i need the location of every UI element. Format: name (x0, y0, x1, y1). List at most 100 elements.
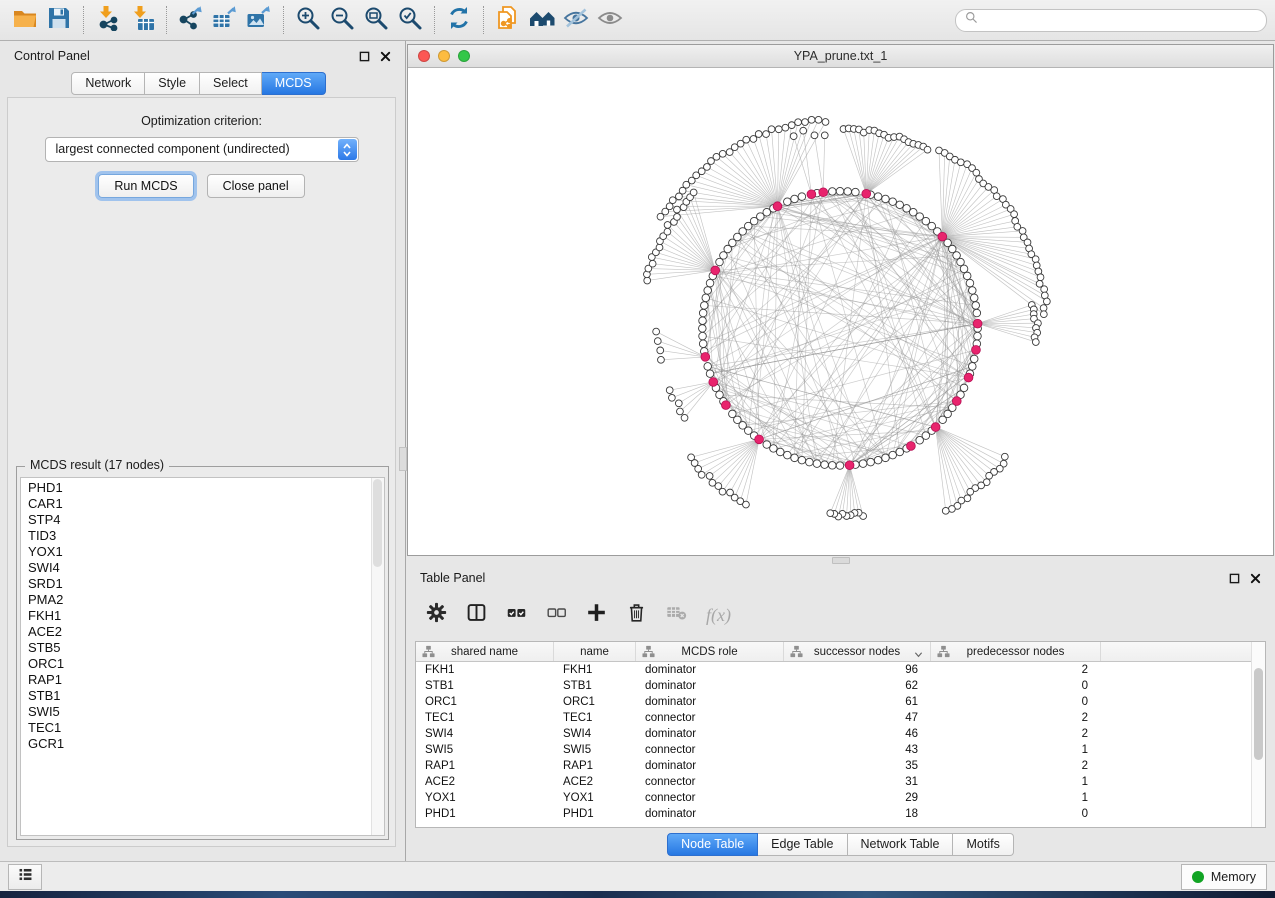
column-header-name[interactable]: name (554, 642, 636, 661)
mcds-node-item[interactable]: YOX1 (21, 544, 384, 560)
memory-button[interactable]: Memory (1181, 864, 1267, 890)
close-window-icon[interactable] (418, 50, 430, 62)
network-leaf-node[interactable] (727, 489, 734, 496)
table-row[interactable]: PHD1PHD1dominator180 (416, 806, 1265, 822)
network-leaf-node[interactable] (657, 347, 664, 354)
network-hub-node[interactable] (931, 423, 940, 432)
network-leaf-node[interactable] (815, 116, 822, 123)
network-node[interactable] (896, 201, 904, 209)
network-node[interactable] (813, 460, 821, 468)
import-network-button[interactable] (91, 4, 125, 36)
tab-motifs[interactable]: Motifs (953, 833, 1013, 856)
mcds-node-item[interactable]: GCR1 (21, 736, 384, 752)
column-header-successors[interactable]: successor nodes (784, 642, 931, 661)
tab-node-table[interactable]: Node Table (667, 833, 758, 856)
network-hub-node[interactable] (701, 353, 710, 362)
mcds-node-item[interactable]: SWI4 (21, 560, 384, 576)
network-node[interactable] (957, 258, 965, 266)
network-leaf-node[interactable] (1032, 256, 1039, 263)
network-hub-node[interactable] (721, 401, 730, 410)
network-leaf-node[interactable] (768, 126, 775, 133)
network-node[interactable] (889, 451, 897, 459)
network-node[interactable] (889, 198, 897, 206)
export-network-button[interactable] (174, 4, 208, 36)
network-leaf-node[interactable] (790, 133, 797, 140)
tab-style[interactable]: Style (145, 72, 200, 95)
tab-network[interactable]: Network (71, 72, 145, 95)
network-node[interactable] (939, 416, 947, 424)
network-leaf-node[interactable] (706, 473, 713, 480)
network-node[interactable] (882, 195, 890, 203)
network-leaf-node[interactable] (924, 146, 931, 153)
mcds-node-item[interactable]: SWI5 (21, 704, 384, 720)
table-row[interactable]: TEC1TEC1connector472 (416, 710, 1265, 726)
table-row[interactable]: RAP1RAP1dominator352 (416, 758, 1265, 774)
network-leaf-node[interactable] (827, 510, 834, 517)
table-row[interactable]: YOX1YOX1connector291 (416, 790, 1265, 806)
network-node[interactable] (969, 287, 977, 295)
network-leaf-node[interactable] (822, 119, 829, 126)
criterion-dropdown[interactable]: largest connected component (undirected) (45, 137, 359, 162)
network-node[interactable] (699, 332, 707, 340)
houses-button[interactable] (525, 4, 559, 36)
network-leaf-node[interactable] (957, 159, 964, 166)
network-node[interactable] (699, 325, 707, 333)
network-node[interactable] (963, 272, 971, 280)
mcds-list-scrollbar[interactable] (371, 478, 384, 835)
mcds-node-item[interactable]: STP4 (21, 512, 384, 528)
network-node[interactable] (704, 363, 712, 371)
network-leaf-node[interactable] (967, 488, 974, 495)
tab-edge-table[interactable]: Edge Table (758, 833, 847, 856)
column-header-shared_name[interactable]: shared name (416, 642, 554, 661)
network-leaf-node[interactable] (1041, 286, 1048, 293)
mcds-node-item[interactable]: STB1 (21, 688, 384, 704)
zoom-fit-button[interactable] (359, 4, 393, 36)
network-leaf-node[interactable] (674, 206, 681, 213)
network-leaf-node[interactable] (666, 387, 673, 394)
network-leaf-node[interactable] (808, 116, 815, 123)
network-node[interactable] (973, 309, 981, 317)
network-leaf-node[interactable] (681, 414, 688, 421)
network-leaf-node[interactable] (654, 338, 661, 345)
network-node[interactable] (706, 279, 714, 287)
mcds-node-item[interactable]: SRD1 (21, 576, 384, 592)
network-hub-node[interactable] (972, 345, 981, 354)
network-from-selection-button[interactable] (491, 4, 525, 36)
network-leaf-node[interactable] (788, 122, 795, 129)
network-node[interactable] (966, 279, 974, 287)
export-image-button[interactable] (242, 4, 276, 36)
network-leaf-node[interactable] (800, 127, 807, 134)
show-all-button[interactable] (593, 4, 627, 36)
mcds-node-item[interactable]: STB5 (21, 640, 384, 656)
network-leaf-node[interactable] (669, 197, 676, 204)
network-hub-node[interactable] (938, 232, 947, 241)
network-node[interactable] (704, 287, 712, 295)
network-leaf-node[interactable] (1037, 274, 1044, 281)
table-scrollbar[interactable] (1251, 642, 1265, 827)
network-hub-node[interactable] (819, 188, 828, 197)
network-leaf-node[interactable] (821, 132, 828, 139)
zoom-selected-button[interactable] (393, 4, 427, 36)
network-leaf-node[interactable] (811, 132, 818, 139)
network-leaf-node[interactable] (993, 193, 1000, 200)
network-leaf-node[interactable] (750, 136, 757, 143)
float-panel-icon[interactable] (359, 51, 370, 62)
network-leaf-node[interactable] (763, 131, 770, 138)
network-hub-node[interactable] (845, 461, 854, 470)
network-node[interactable] (972, 302, 980, 310)
column-layout-button[interactable] (466, 602, 487, 628)
column-header-predecessors[interactable]: predecessor nodes (931, 642, 1101, 661)
table-row[interactable]: FKH1FKH1dominator962 (416, 662, 1265, 678)
network-node[interactable] (706, 370, 714, 378)
network-hub-node[interactable] (773, 202, 782, 211)
hide-selected-button[interactable] (559, 4, 593, 36)
deselect-all-button[interactable] (546, 602, 567, 628)
network-leaf-node[interactable] (656, 244, 663, 251)
table-row[interactable]: STB1STB1dominator620 (416, 678, 1265, 694)
network-hub-node[interactable] (862, 189, 871, 198)
network-leaf-node[interactable] (704, 164, 711, 171)
network-node[interactable] (859, 460, 867, 468)
float-table-panel-icon[interactable] (1229, 573, 1240, 584)
network-leaf-node[interactable] (795, 119, 802, 126)
network-hub-node[interactable] (952, 397, 961, 406)
